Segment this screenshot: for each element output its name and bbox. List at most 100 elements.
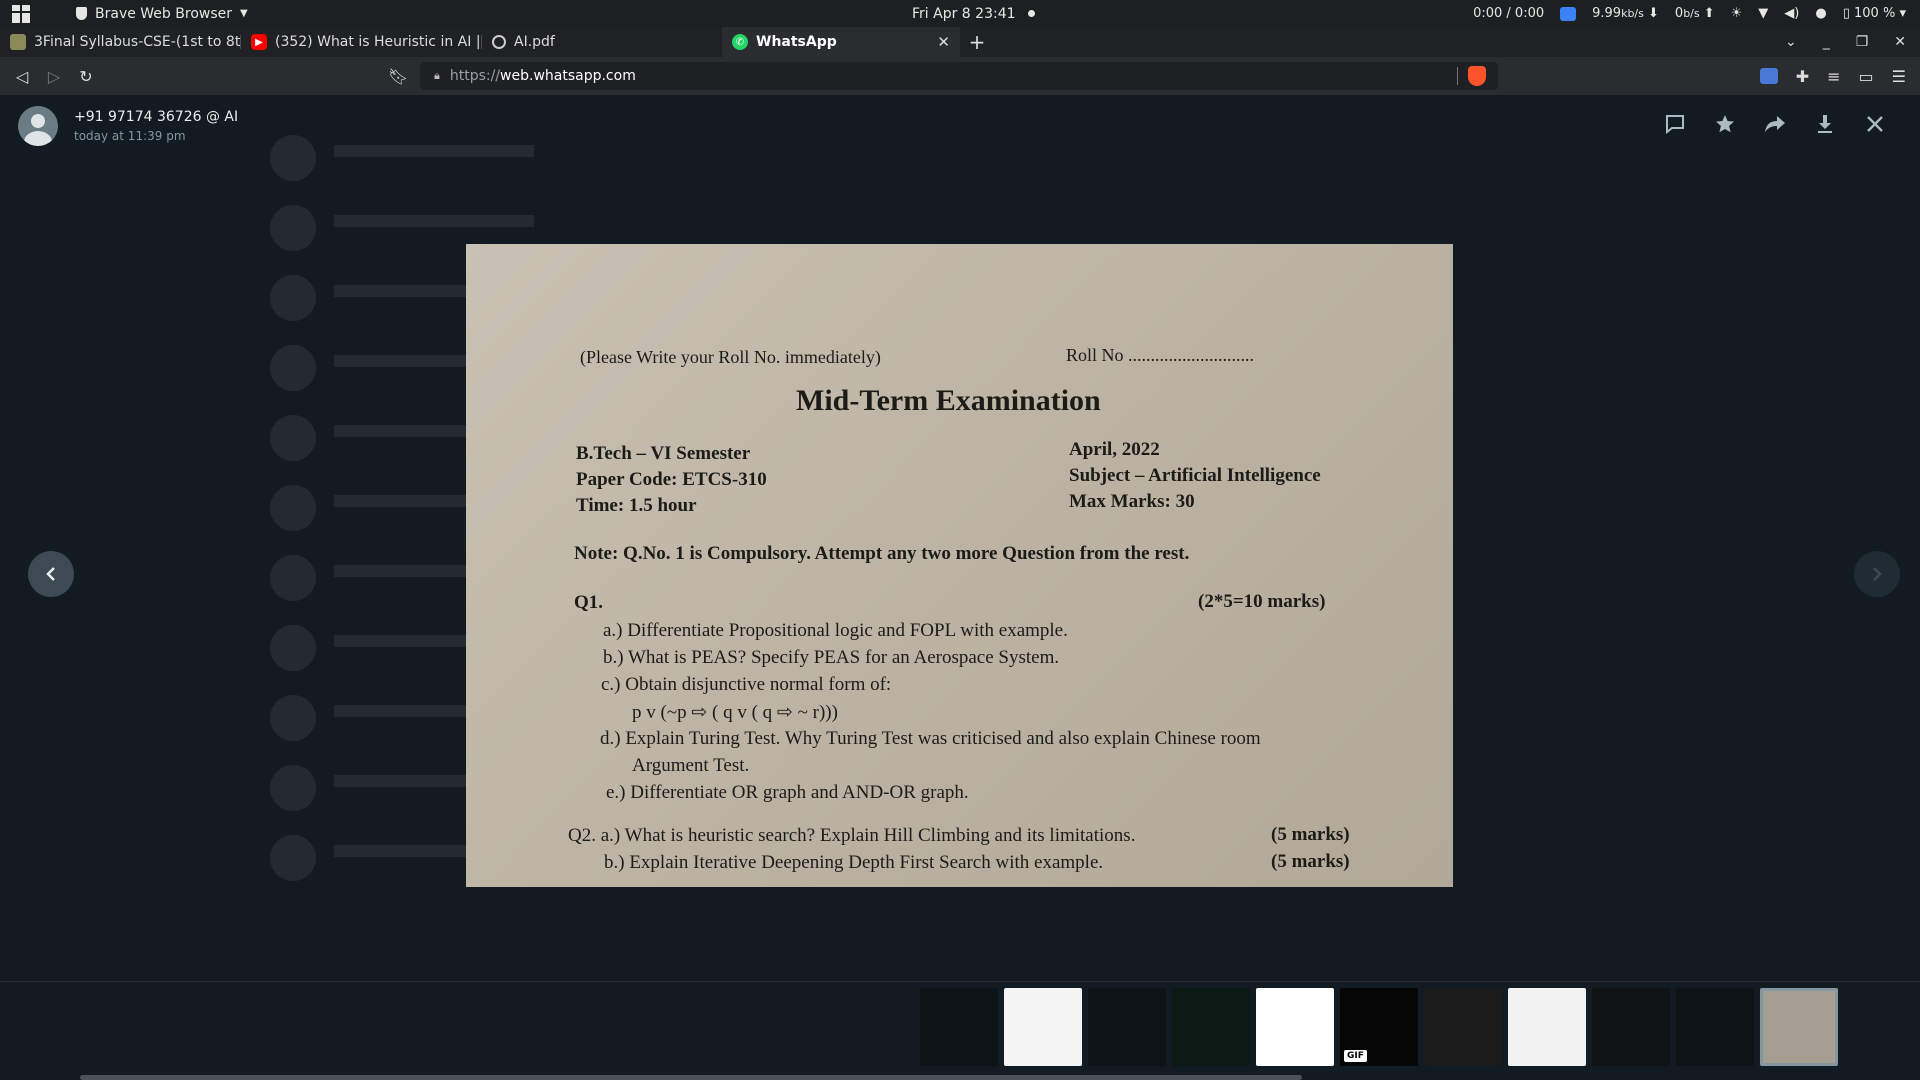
youtube-icon: ▶ [251,34,267,50]
clock-label: Fri Apr 8 23:41 [912,5,1016,22]
tab-syllabus[interactable]: 3Final Syllabus-CSE-(1st to 8th [0,27,240,57]
close-icon[interactable] [1864,113,1886,135]
tab-label: WhatsApp [756,34,837,50]
media-thumbnail[interactable] [1592,988,1670,1066]
zoom-app-icon[interactable] [1560,6,1577,21]
net-up-unit: b/s [1683,7,1700,20]
url-domain: web.whatsapp.com [500,68,636,84]
tab-label: AI.pdf [514,34,555,50]
bookmark-icon[interactable]: 🔖︎ [388,67,408,86]
tab-ai-pdf[interactable]: AI.pdf [482,27,722,57]
media-thumbnail[interactable] [1172,988,1250,1066]
duration: Time: 1.5 hour [576,495,697,516]
roll-number-instruction: (Please Write your Roll No. immediately) [580,347,881,367]
close-window-button[interactable]: ✕ [1894,34,1906,50]
forward-icon[interactable] [1764,113,1786,135]
extensions-puzzle-icon[interactable]: ✚ [1796,67,1809,86]
menu-icon[interactable]: ☰ [1892,67,1906,86]
forward-button[interactable]: ▷ [38,67,70,86]
volume-icon[interactable]: ◀) [1784,6,1799,21]
download-icon[interactable] [1814,113,1836,135]
window-controls: ⌄ _ ❐ ✕ [1785,27,1920,57]
translate-extension-icon[interactable] [1759,68,1778,84]
media-thumbnail[interactable] [1088,988,1166,1066]
question-1d: d.) Explain Turing Test. Why Turing Test… [600,728,1261,749]
sender-info[interactable]: +91 97174 36726 @ AI today at 11:39 pm [18,106,238,146]
activities-icon[interactable] [12,4,34,23]
media-thumbnail[interactable] [920,988,998,1066]
clock[interactable]: Fri Apr 8 23:41 [912,6,1035,22]
system-tray: 0:00 / 0:00 9.99kb/s ⬇ 0b/s ⬆ ☀ ▼ ◀) ● ▯… [1473,6,1906,21]
avatar[interactable] [18,106,58,146]
media-thumbnail[interactable] [1508,988,1586,1066]
wallet-icon[interactable]: ▭ [1859,67,1874,86]
net-down-indicator: 9.99kb/s ⬇ [1592,6,1659,21]
battery-indicator[interactable]: ▯ 100 % ▾ [1843,6,1906,21]
restore-button[interactable]: ❐ [1856,34,1869,50]
battery-label: 100 % [1854,6,1896,21]
thumbnail-list: GIF [920,988,1838,1066]
brave-shields-icon[interactable] [1468,66,1486,86]
chevron-right-icon [1873,567,1882,581]
question-2b: b.) Explain Iterative Deepening Depth Fi… [604,852,1104,873]
tab-search-chevron-icon[interactable]: ⌄ [1785,34,1797,50]
app-name-label: Brave Web Browser [95,5,232,22]
os-top-panel: Brave Web Browser ▼ Fri Apr 8 23:41 0:00… [0,0,1920,27]
max-marks: Max Marks: 30 [1069,491,1195,512]
tab-whatsapp[interactable]: ✆ WhatsApp ✕ [722,27,960,57]
net-up-value: 0 [1674,6,1684,21]
new-tab-button[interactable]: + [960,27,994,57]
question-1-label: Q1. [574,592,604,613]
media-thumbnail[interactable] [1424,988,1502,1066]
question-1b: b.) What is PEAS? Specify PEAS for an Ae… [603,647,1060,668]
question-1a: a.) Differentiate Propositional logic an… [603,620,1068,641]
microphone-icon[interactable]: ● [1815,6,1826,21]
net-down-unit: kb/s [1621,7,1644,20]
brightness-icon[interactable]: ☀ [1731,6,1743,21]
media-thumbnail[interactable]: GIF [1340,988,1418,1066]
address-bar[interactable]: 🔒︎ https://web.whatsapp.com [420,62,1498,90]
sent-time: today at 11:39 pm [74,129,186,143]
tab-label: (352) What is Heuristic in AI | W [275,34,481,50]
chevron-down-icon: ▼ [240,8,248,19]
question-1c: c.) Obtain disjunctive normal form of: [601,674,892,695]
paper-code: Paper Code: ETCS-310 [576,469,767,490]
reading-list-icon[interactable]: ≡ [1827,67,1840,86]
question-1d-continued: Argument Test. [632,755,750,776]
media-thumbnail[interactable] [1004,988,1082,1066]
tab-strip: 3Final Syllabus-CSE-(1st to 8th ▶ (352) … [0,27,1920,57]
media-thumbnail[interactable] [1760,988,1838,1066]
course-details: B.Tech – VI Semester Paper Code: ETCS-31… [576,441,767,519]
notification-dot-icon [1027,10,1035,17]
tab-youtube[interactable]: ▶ (352) What is Heuristic in AI | W [241,27,481,57]
go-to-message-icon[interactable] [1664,113,1686,135]
document-icon [10,34,26,50]
previous-media-button[interactable] [28,551,74,597]
lock-icon[interactable]: 🔒︎ [434,69,440,83]
minimize-button[interactable]: _ [1823,34,1830,50]
gif-badge: GIF [1344,1050,1367,1062]
close-tab-icon[interactable]: ✕ [937,33,950,51]
next-media-button[interactable] [1854,551,1900,597]
exam-details: April, 2022 Subject – Artificial Intelli… [1069,437,1321,515]
reload-button[interactable]: ↻ [70,67,102,86]
tab-label: 3Final Syllabus-CSE-(1st to 8th [34,34,240,50]
app-menu[interactable]: Brave Web Browser ▼ [76,6,248,22]
media-viewer: +91 97174 36726 @ AI today at 11:39 pm (… [0,95,1920,1080]
question-2b-marks: (5 marks) [1271,851,1350,872]
question-2a-marks: (5 marks) [1271,824,1350,845]
horizontal-scrollbar[interactable] [80,1075,1302,1080]
star-icon[interactable] [1714,113,1736,135]
media-thumbnail[interactable] [1676,988,1754,1066]
chevron-left-icon [46,567,55,581]
media-thumbnail[interactable] [1256,988,1334,1066]
back-button[interactable]: ◁ [6,67,38,86]
question-1c-formula: p v (~p ⇨ ( q v ( q ⇨ ~ r))) [632,702,838,723]
question-1-marks: (2*5=10 marks) [1198,591,1326,612]
semester: B.Tech – VI Semester [576,443,751,464]
url-scheme: https:// [449,68,501,84]
net-up-indicator: 0b/s ⬆ [1674,6,1715,21]
question-2a: Q2. a.) What is heuristic search? Explai… [568,825,1136,846]
brave-shield-icon [76,7,87,20]
wifi-icon[interactable]: ▼ [1758,6,1768,21]
